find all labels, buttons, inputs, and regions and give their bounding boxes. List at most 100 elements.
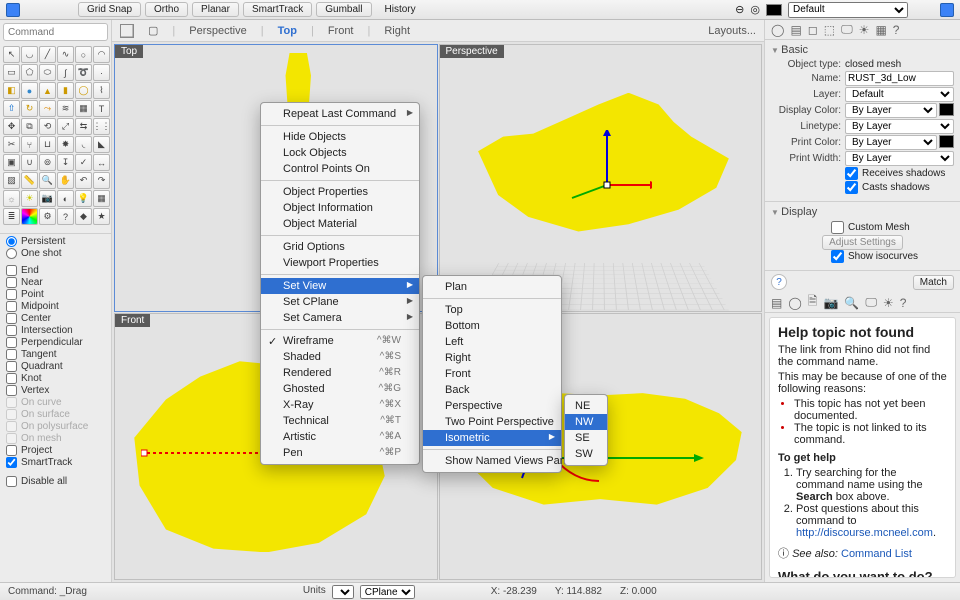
h-disp-icon[interactable]: 🖵	[865, 295, 877, 310]
osnap-vertex[interactable]: Vertex	[6, 385, 105, 396]
tool-polyline[interactable]: ∿	[57, 46, 74, 63]
match-button[interactable]: Match	[913, 275, 954, 290]
iso-sw[interactable]: SW	[565, 446, 607, 462]
mi-rendered[interactable]: Rendered^⌘R	[261, 365, 419, 381]
tool-mirror[interactable]: ⇆	[75, 118, 92, 135]
osnap-oneshot[interactable]: One shot	[6, 248, 105, 259]
mi-vprops[interactable]: Viewport Properties	[261, 255, 419, 271]
osnap-disableall[interactable]: Disable all	[6, 476, 105, 487]
mi-setcam[interactable]: Set Camera	[261, 310, 419, 326]
tool-point[interactable]: ·	[93, 64, 110, 81]
tool-misc1[interactable]: ◆	[75, 208, 92, 225]
tool-sphere[interactable]: ●	[21, 82, 38, 99]
layouts-link[interactable]: Layouts...	[708, 25, 756, 37]
tool-pipe[interactable]: ⌇	[93, 82, 110, 99]
name-input[interactable]	[845, 71, 954, 86]
mi-omat[interactable]: Object Material	[261, 216, 419, 232]
layers-tab-icon[interactable]: ▤	[790, 23, 801, 37]
tab-right[interactable]: Right	[384, 25, 410, 37]
sv-bottom[interactable]: Bottom	[423, 318, 561, 334]
h-doc-icon[interactable]: 🗎	[808, 292, 818, 313]
sv-persp[interactable]: Perspective	[423, 398, 561, 414]
osnap-center[interactable]: Center	[6, 313, 105, 324]
mi-artistic[interactable]: Artistic^⌘A	[261, 429, 419, 445]
tool-cylinder[interactable]: ▮	[57, 82, 74, 99]
tool-hatch[interactable]: ▨	[3, 172, 20, 189]
context-menu[interactable]: Repeat Last Command Hide Objects Lock Ob…	[260, 102, 420, 465]
tool-dim[interactable]: ↔	[93, 154, 110, 171]
viewport-perspective[interactable]: Perspective	[439, 44, 763, 312]
history-label[interactable]: History	[376, 2, 425, 17]
tool-torus[interactable]: ◯	[75, 82, 92, 99]
osnap-persistent[interactable]: Persistent	[6, 236, 105, 247]
mi-oinfo[interactable]: Object Information	[261, 200, 419, 216]
tab-perspective[interactable]: Perspective	[189, 25, 246, 37]
sv-tpp[interactable]: Two Point Perspective	[423, 414, 561, 430]
osnap-tangent[interactable]: Tangent	[6, 349, 105, 360]
osnap-project[interactable]: Project	[6, 445, 105, 456]
tool-array[interactable]: ⋮⋮	[93, 118, 110, 135]
tool-help[interactable]: ?	[57, 208, 74, 225]
single-view-icon[interactable]: ▢	[148, 24, 158, 37]
tool-text[interactable]: T	[93, 100, 110, 117]
display-tab-icon[interactable]: 🖵	[841, 22, 853, 37]
iso-ne[interactable]: NE	[565, 398, 607, 414]
h-help-icon[interactable]: ?	[900, 296, 907, 310]
printwidth-dropdown[interactable]: By Layer	[845, 151, 954, 166]
mi-xray[interactable]: X-Ray^⌘X	[261, 397, 419, 413]
camera-tab-icon[interactable]: ⬚	[824, 23, 835, 37]
mi-ghosted[interactable]: Ghosted^⌘G	[261, 381, 419, 397]
receives-shadows[interactable]: Receives shadows	[845, 167, 954, 180]
tool-pointer[interactable]: ↖	[3, 46, 20, 63]
tool-split[interactable]: ⑂	[21, 136, 38, 153]
mi-hide[interactable]: Hide Objects	[261, 129, 419, 145]
tool-ellipse[interactable]: ⬭	[39, 64, 56, 81]
tab-front[interactable]: Front	[328, 25, 354, 37]
h-props-icon[interactable]: ◯	[788, 296, 801, 310]
tool-misc2[interactable]: ★	[93, 208, 110, 225]
printcolor-swatch[interactable]	[939, 135, 954, 148]
sun-tab-icon[interactable]: ☀	[859, 23, 870, 37]
viewport-layout-icon[interactable]	[120, 24, 134, 38]
tool-loft[interactable]: ≋	[57, 100, 74, 117]
mi-cpon[interactable]: Control Points On	[261, 161, 419, 177]
cplane-select[interactable]: CPlane	[360, 585, 415, 599]
show-isocurves[interactable]: Show isocurves	[831, 250, 954, 263]
h-find-icon[interactable]: 🔍	[844, 296, 859, 310]
displaycolor-dropdown[interactable]: By Layer	[845, 103, 937, 118]
tool-curve[interactable]: ∫	[57, 64, 74, 81]
cmdlist-link[interactable]: Command List	[841, 548, 912, 560]
iso-nw[interactable]: NW	[565, 414, 607, 430]
tool-offset[interactable]: ⊚	[39, 154, 56, 171]
props-tab-icon[interactable]: ◯	[771, 23, 784, 37]
tool-extrude[interactable]: ⇧	[3, 100, 20, 117]
layer-dropdown[interactable]: Default	[845, 87, 954, 102]
tool-spiral[interactable]: ➰	[75, 64, 92, 81]
layer-color-swatch[interactable]	[766, 4, 782, 16]
units-select[interactable]	[332, 585, 354, 599]
osnap-perpendicular[interactable]: Perpendicular	[6, 337, 105, 348]
tool-render[interactable]: ☼	[3, 190, 20, 207]
iso-se[interactable]: SE	[565, 430, 607, 446]
mi-wireframe[interactable]: Wireframe^⌘W	[261, 333, 419, 349]
tool-scale[interactable]: ⤢	[57, 118, 74, 135]
h-cam-icon[interactable]: 📷	[823, 296, 838, 310]
tool-lasso[interactable]: ◡	[21, 46, 38, 63]
displaycolor-swatch[interactable]	[939, 103, 954, 116]
tool-polygon[interactable]: ⬠	[21, 64, 38, 81]
tool-bulb[interactable]: 💡	[75, 190, 92, 207]
mi-oprops[interactable]: Object Properties	[261, 184, 419, 200]
tool-rotate[interactable]: ⟲	[39, 118, 56, 135]
tool-cone[interactable]: ▲	[39, 82, 56, 99]
tool-redo[interactable]: ↷	[93, 172, 110, 189]
display-header[interactable]: Display	[771, 206, 954, 218]
custom-mesh[interactable]: Custom Mesh	[831, 221, 954, 234]
tool-analyze[interactable]: ✓	[75, 154, 92, 171]
tool-pan[interactable]: ✋	[57, 172, 74, 189]
command-input[interactable]	[3, 23, 108, 41]
osnap-knot[interactable]: Knot	[6, 373, 105, 384]
layer-select[interactable]: Default	[788, 2, 908, 18]
tool-measure[interactable]: 📏	[21, 172, 38, 189]
osnap-smarttrack[interactable]: SmartTrack	[6, 457, 105, 468]
planar-toggle[interactable]: Planar	[192, 2, 239, 17]
